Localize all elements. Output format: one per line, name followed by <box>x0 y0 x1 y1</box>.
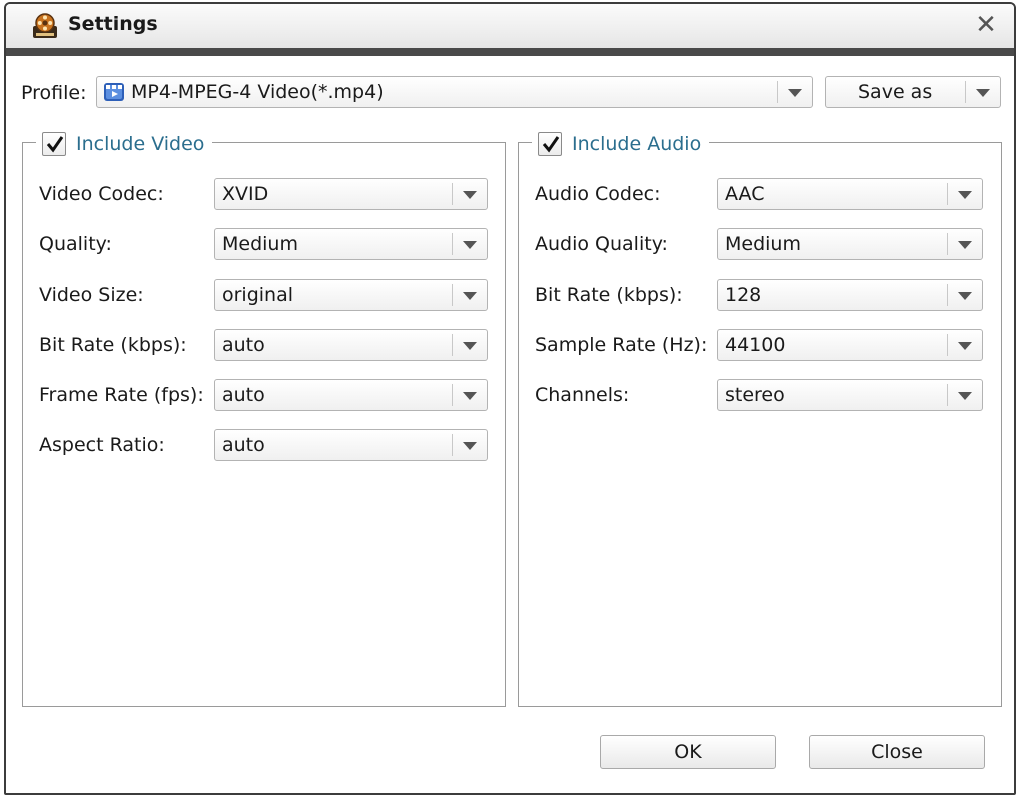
channels-select[interactable]: stereo <box>717 379 983 411</box>
chevron-down-icon[interactable] <box>947 334 982 356</box>
window-title: Settings <box>68 13 158 35</box>
video-codec-label: Video Codec: <box>39 183 164 205</box>
film-reel-icon <box>31 12 59 40</box>
audio-quality-value: Medium <box>725 233 801 255</box>
aspect-ratio-label: Aspect Ratio: <box>39 434 165 456</box>
audio-settings-group <box>518 142 1002 707</box>
video-file-icon <box>103 81 125 103</box>
ok-button[interactable]: OK <box>600 735 776 769</box>
video-size-select[interactable]: original <box>214 279 488 311</box>
close-button[interactable]: Close <box>809 735 985 769</box>
sample-rate-label: Sample Rate (Hz): <box>535 334 708 356</box>
chevron-down-icon[interactable] <box>777 81 812 103</box>
include-audio-checkbox[interactable] <box>538 132 562 156</box>
video-bit-rate-label: Bit Rate (kbps): <box>39 334 187 356</box>
chevron-down-icon[interactable] <box>452 334 487 356</box>
video-settings-group <box>22 142 506 707</box>
frame-rate-value: auto <box>222 384 265 406</box>
include-video-label: Include Video <box>76 133 205 155</box>
frame-rate-label: Frame Rate (fps): <box>39 384 204 406</box>
chevron-down-icon[interactable] <box>947 284 982 306</box>
chevron-down-icon[interactable] <box>452 183 487 205</box>
include-video-checkbox[interactable] <box>42 132 66 156</box>
settings-dialog: Settings ✕ Profile: MP4-MPEG-4 Video(*.m… <box>4 2 1016 795</box>
include-video-legend: Include Video <box>36 129 213 159</box>
video-bit-rate-value: auto <box>222 334 265 356</box>
include-audio-label: Include Audio <box>572 133 702 155</box>
aspect-ratio-value: auto <box>222 434 265 456</box>
aspect-ratio-select[interactable]: auto <box>214 429 488 461</box>
audio-codec-label: Audio Codec: <box>535 183 661 205</box>
chevron-down-icon[interactable] <box>947 183 982 205</box>
profile-select[interactable]: MP4-MPEG-4 Video(*.mp4) <box>96 76 813 108</box>
video-codec-value: XVID <box>222 183 269 205</box>
save-as-button[interactable]: Save as <box>825 76 1001 108</box>
channels-label: Channels: <box>535 384 630 406</box>
video-size-value: original <box>222 284 294 306</box>
sample-rate-value: 44100 <box>725 334 786 356</box>
audio-quality-label: Audio Quality: <box>535 233 668 255</box>
chevron-down-icon[interactable] <box>452 233 487 255</box>
sample-rate-select[interactable]: 44100 <box>717 329 983 361</box>
chevron-down-icon[interactable] <box>452 434 487 456</box>
title-bar-divider <box>6 48 1014 56</box>
chevron-down-icon[interactable] <box>947 384 982 406</box>
save-as-label: Save as <box>858 81 933 103</box>
quality-select[interactable]: Medium <box>214 228 488 260</box>
profile-label: Profile: <box>21 82 87 104</box>
frame-rate-select[interactable]: auto <box>214 379 488 411</box>
video-size-label: Video Size: <box>39 284 144 306</box>
close-icon[interactable]: ✕ <box>972 11 1000 39</box>
include-audio-legend: Include Audio <box>532 129 710 159</box>
quality-label: Quality: <box>39 233 112 255</box>
quality-value: Medium <box>222 233 298 255</box>
audio-bit-rate-select[interactable]: 128 <box>717 279 983 311</box>
chevron-down-icon[interactable] <box>965 81 1000 103</box>
chevron-down-icon[interactable] <box>452 384 487 406</box>
chevron-down-icon[interactable] <box>947 233 982 255</box>
audio-bit-rate-label: Bit Rate (kbps): <box>535 284 683 306</box>
chevron-down-icon[interactable] <box>452 284 487 306</box>
audio-quality-select[interactable]: Medium <box>717 228 983 260</box>
video-bit-rate-select[interactable]: auto <box>214 329 488 361</box>
audio-codec-value: AAC <box>725 183 765 205</box>
title-bar: Settings ✕ <box>6 4 1014 48</box>
channels-value: stereo <box>725 384 785 406</box>
audio-bit-rate-value: 128 <box>725 284 762 306</box>
audio-codec-select[interactable]: AAC <box>717 178 983 210</box>
profile-value: MP4-MPEG-4 Video(*.mp4) <box>131 81 384 103</box>
video-codec-select[interactable]: XVID <box>214 178 488 210</box>
